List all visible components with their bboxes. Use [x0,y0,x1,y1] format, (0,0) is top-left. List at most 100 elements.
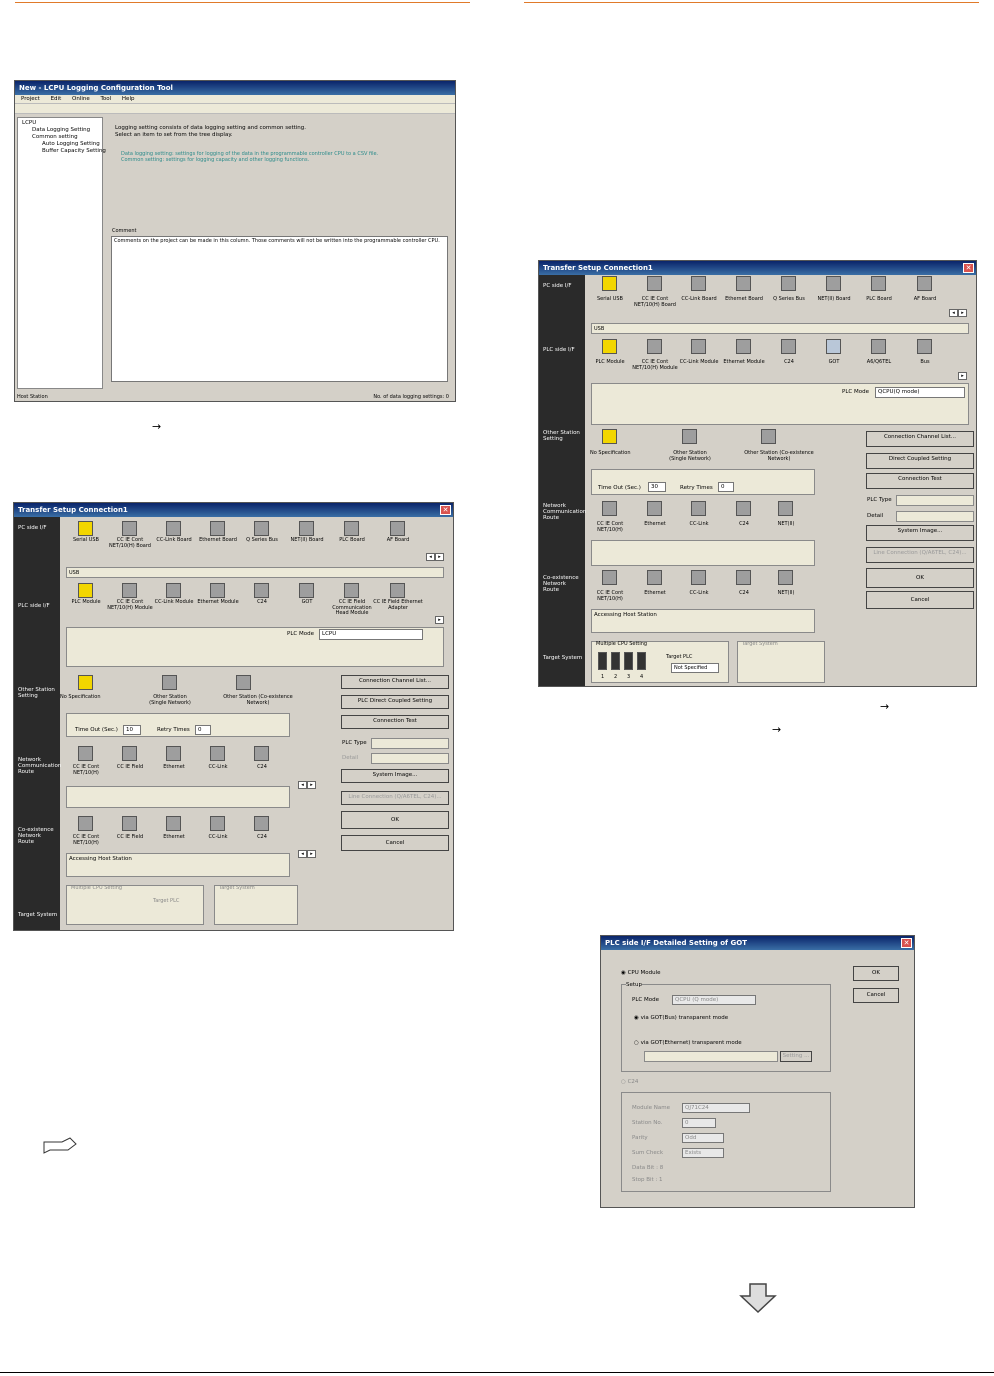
bus-radio[interactable]: ◉ via GOT(Bus) transparent mode [634,1015,728,1021]
connection-channel-list-button[interactable]: Connection Channel List... [341,675,449,689]
other-single-icon[interactable] [682,429,697,444]
cpu-1-icon[interactable] [598,652,607,670]
connection-channel-list-button[interactable]: Connection Channel List... [866,431,974,447]
coexist-icon[interactable] [602,570,617,585]
bus-icon[interactable] [917,339,932,354]
qbus-icon[interactable] [781,276,796,291]
coexist-icon[interactable] [778,570,793,585]
coexist-icon[interactable] [647,570,662,585]
close-icon[interactable]: ✕ [963,263,974,273]
net-icon[interactable] [254,746,269,761]
ok-button[interactable]: OK [341,811,449,829]
serial-usb-icon[interactable] [78,521,93,536]
scroll-left-icon[interactable]: ◂ [949,309,958,317]
coexist-icon[interactable] [78,816,93,831]
ccie-field-adapter-icon[interactable] [390,583,405,598]
connection-test-button[interactable]: Connection Test [341,715,449,729]
tree-auto[interactable]: Auto Logging Setting [42,141,100,147]
net-icon[interactable] [122,746,137,761]
cpu-module-radio[interactable]: ◉ CPU Module [621,970,661,976]
cclink-module-icon[interactable] [691,339,706,354]
scroll-left-icon[interactable]: ◂ [298,850,307,858]
close-icon[interactable]: ✕ [901,938,912,948]
menu-online[interactable]: Online [72,96,90,102]
parity-select[interactable]: Odd [682,1133,724,1143]
scroll-right-icon[interactable]: ▸ [435,616,444,624]
retry-input[interactable]: 0 [195,725,211,735]
no-spec-icon[interactable] [78,675,93,690]
scroll-right-icon[interactable]: ▸ [435,553,444,561]
line-connection-button[interactable]: Line Connection (Q/A6TEL, C24)... [866,547,974,563]
a6tel-icon[interactable] [871,339,886,354]
ccie-field-head-icon[interactable] [344,583,359,598]
ethernet-module-icon[interactable] [210,583,225,598]
other-coexist-icon[interactable] [236,675,251,690]
ccie-board-icon[interactable] [122,521,137,536]
ethernet-board-icon[interactable] [210,521,225,536]
net-icon[interactable] [166,746,181,761]
net-icon[interactable] [736,501,751,516]
timeout-input[interactable]: 30 [648,482,666,492]
menu-project[interactable]: Project [21,96,40,102]
got-cancel-button[interactable]: Cancel [853,988,899,1003]
tree-data-logging[interactable]: Data Logging Setting [32,127,90,133]
tree-common[interactable]: Common setting [32,134,78,140]
qbus-icon[interactable] [254,521,269,536]
coexist-icon[interactable] [691,570,706,585]
scroll-right-icon[interactable]: ▸ [958,372,967,380]
cpu-4-icon[interactable] [637,652,646,670]
no-spec-icon[interactable] [602,429,617,444]
c24-radio[interactable]: ○ C24 [621,1079,638,1085]
timeout-input[interactable]: 10 [123,725,141,735]
ccie-board-icon[interactable] [647,276,662,291]
net2-board-icon[interactable] [826,276,841,291]
af-board-icon[interactable] [390,521,405,536]
other-coexist-icon[interactable] [761,429,776,444]
cpu-3-icon[interactable] [624,652,633,670]
cclink-module-icon[interactable] [166,583,181,598]
connection-test-button[interactable]: Connection Test [866,473,974,489]
net-icon[interactable] [647,501,662,516]
scroll-right-icon[interactable]: ▸ [307,781,316,789]
plc-board-icon[interactable] [871,276,886,291]
ccie-module-icon[interactable] [122,583,137,598]
coexist-icon[interactable] [736,570,751,585]
setting-button[interactable]: Setting ... [780,1051,812,1062]
ok-button[interactable]: OK [866,568,974,588]
scroll-right-icon[interactable]: ▸ [958,309,967,317]
cancel-button[interactable]: Cancel [866,591,974,609]
net-icon[interactable] [602,501,617,516]
cancel-button[interactable]: Cancel [341,835,449,851]
af-board-icon[interactable] [917,276,932,291]
station-input[interactable]: 0 [682,1118,716,1128]
cpu-2-icon[interactable] [611,652,620,670]
ethernet-module-icon[interactable] [736,339,751,354]
got-ok-button[interactable]: OK [853,966,899,981]
got-icon[interactable] [299,583,314,598]
cclink-board-icon[interactable] [166,521,181,536]
net-icon[interactable] [691,501,706,516]
plc-module-icon[interactable] [602,339,617,354]
plc-board-icon[interactable] [344,521,359,536]
line-connection-button[interactable]: Line Connection (Q/A6TEL, C24)... [341,791,449,805]
net-icon[interactable] [778,501,793,516]
net2-board-icon[interactable] [299,521,314,536]
menu-edit[interactable]: Edit [51,96,62,102]
c24-icon[interactable] [254,583,269,598]
sum-select[interactable]: Exists [682,1148,724,1158]
scroll-left-icon[interactable]: ◂ [298,781,307,789]
plc-mode-select[interactable]: QCPU (Q mode) [672,995,756,1005]
ccie-module-icon[interactable] [647,339,662,354]
system-image-button[interactable]: System Image... [866,525,974,541]
coexist-icon[interactable] [254,816,269,831]
comment-area[interactable]: Comments on the project can be made in t… [111,236,448,382]
ethernet-board-icon[interactable] [736,276,751,291]
menu-tool[interactable]: Tool [100,96,111,102]
tree-root[interactable]: LCPU [22,120,36,126]
coexist-icon[interactable] [166,816,181,831]
c24-icon[interactable] [781,339,796,354]
net-icon[interactable] [210,746,225,761]
close-icon[interactable]: ✕ [440,505,451,515]
serial-usb-icon[interactable] [602,276,617,291]
cclink-board-icon[interactable] [691,276,706,291]
